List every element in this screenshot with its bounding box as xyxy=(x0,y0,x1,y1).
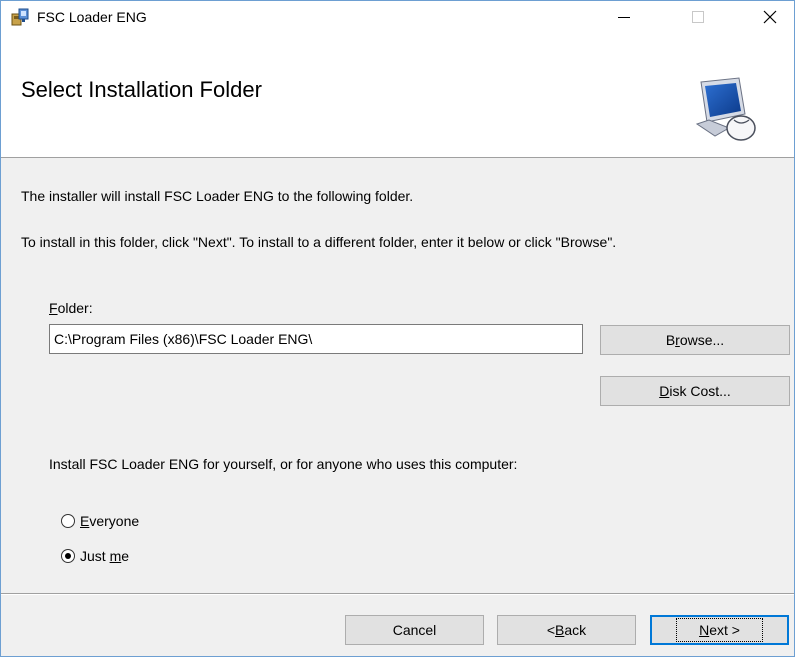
intro-line-2: To install in this folder, click "Next".… xyxy=(21,234,617,250)
footer-separator xyxy=(1,593,794,595)
justme-accel: m xyxy=(109,548,122,564)
next-button[interactable]: Next > xyxy=(650,615,789,645)
justme-pre: Just xyxy=(80,548,110,564)
header-banner: Select Installation Folder xyxy=(1,32,794,158)
close-icon xyxy=(763,10,777,23)
installer-app-icon xyxy=(11,8,29,26)
justme-post: e xyxy=(121,548,130,564)
window-title: FSC Loader ENG xyxy=(37,9,147,25)
disk-cost-accel: D xyxy=(659,383,670,399)
minimize-icon xyxy=(618,16,630,18)
close-button[interactable] xyxy=(747,1,793,32)
computer-mouse-icon xyxy=(695,77,756,141)
radio-everyone-circle[interactable] xyxy=(61,514,75,528)
maximize-icon xyxy=(692,10,704,23)
back-post: ack xyxy=(564,622,587,638)
browse-button[interactable]: Br owse... xyxy=(600,325,790,355)
cancel-button[interactable]: Cancel xyxy=(345,615,484,645)
folder-path-input[interactable] xyxy=(49,324,583,354)
installer-window: FSC Loader ENG Select Installation Folde… xyxy=(0,0,795,657)
everyone-rest: veryone xyxy=(89,513,140,529)
radio-everyone[interactable]: Everyone xyxy=(61,513,139,529)
next-label: Next > xyxy=(676,618,763,642)
disk-cost-button[interactable]: Disk Cost... xyxy=(600,376,790,406)
folder-label: Folder: xyxy=(49,300,93,316)
back-pre: < xyxy=(546,622,556,638)
next-post: ext > xyxy=(709,622,740,638)
folder-label-rest: older: xyxy=(57,300,93,316)
cancel-label: Cancel xyxy=(392,622,437,638)
back-button[interactable]: < Back xyxy=(497,615,636,645)
title-bar[interactable]: FSC Loader ENG xyxy=(1,1,794,32)
back-accel: B xyxy=(555,622,565,638)
next-accel: N xyxy=(699,622,710,638)
intro-line-1: The installer will install FSC Loader EN… xyxy=(21,188,414,204)
radio-just-me-circle[interactable] xyxy=(61,549,75,563)
browse-post: owse... xyxy=(679,332,725,348)
radio-just-me[interactable]: Just me xyxy=(61,548,129,564)
everyone-accel: E xyxy=(80,513,90,529)
folder-label-accel: F xyxy=(49,300,58,316)
scope-prompt: Install FSC Loader ENG for yourself, or … xyxy=(49,456,518,472)
browse-pre: B xyxy=(665,332,676,348)
disk-cost-rest: isk Cost... xyxy=(669,383,731,399)
minimize-button[interactable] xyxy=(601,1,647,32)
maximize-button[interactable] xyxy=(675,1,721,32)
page-title: Select Installation Folder xyxy=(21,77,262,102)
